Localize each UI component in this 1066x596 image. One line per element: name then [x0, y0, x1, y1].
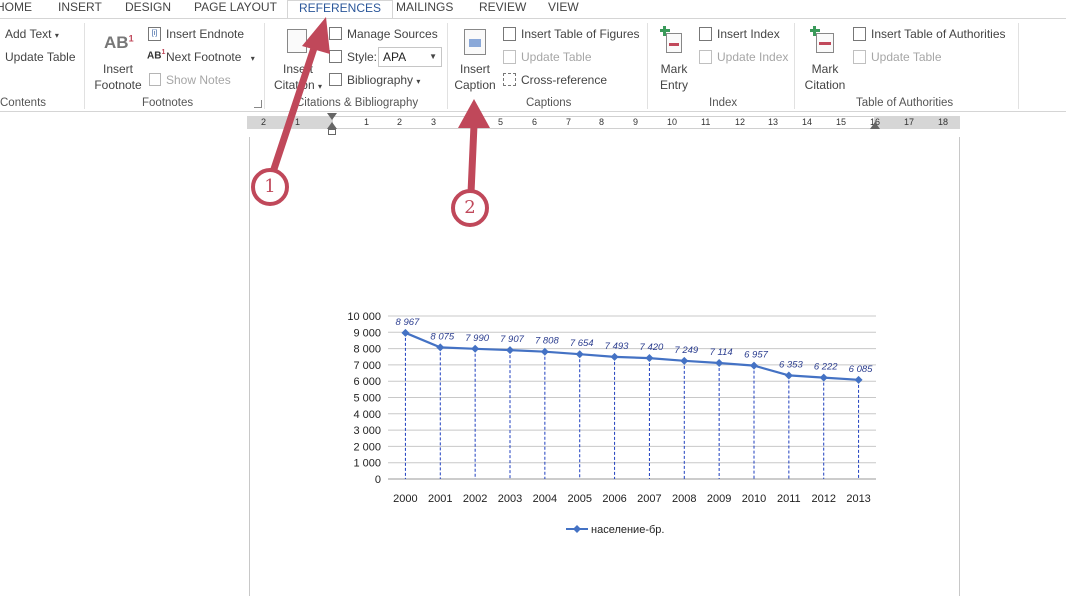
legend-label: население-бр.: [591, 524, 664, 536]
x-tick-label: 2002: [463, 493, 487, 505]
data-point: [436, 343, 445, 352]
annotation-arrowhead-2: [458, 99, 490, 128]
annotation-arrow-1: [269, 38, 320, 176]
data-point: [401, 328, 410, 337]
data-label: 7 420: [640, 342, 664, 353]
data-point: [784, 371, 793, 380]
data-point: [575, 350, 584, 359]
x-tick-label: 2007: [637, 493, 661, 505]
y-tick-label: 6 000: [353, 376, 381, 388]
data-label: 7 249: [674, 345, 698, 356]
data-point: [610, 352, 619, 361]
x-tick-label: 2012: [811, 493, 835, 505]
data-point: [715, 359, 724, 368]
y-tick-label: 5 000: [353, 393, 381, 405]
annotation-arrow-2: [467, 121, 478, 197]
x-tick-label: 2006: [602, 493, 626, 505]
annotation-arrowhead-1: [302, 17, 330, 54]
x-tick-label: 2000: [393, 493, 417, 505]
data-label: 6 222: [814, 362, 838, 373]
x-tick-label: 2005: [567, 493, 591, 505]
data-label: 7 654: [570, 338, 594, 349]
data-label: 6 353: [779, 359, 803, 370]
x-tick-label: 2010: [742, 493, 766, 505]
data-label: 6 957: [744, 350, 768, 361]
data-point: [680, 356, 689, 365]
y-tick-label: 8 000: [353, 344, 381, 356]
data-label: 7 808: [535, 336, 559, 347]
x-tick-label: 2001: [428, 493, 452, 505]
x-tick-label: 2008: [672, 493, 696, 505]
data-point: [750, 361, 758, 370]
data-label: 6 085: [849, 364, 873, 375]
y-tick-label: 2 000: [353, 441, 381, 453]
y-tick-label: 3 000: [353, 425, 381, 437]
data-label: 8 967: [396, 317, 420, 328]
data-label: 8 075: [430, 331, 454, 342]
x-tick-label: 2004: [533, 493, 557, 505]
data-label: 7 114: [710, 347, 733, 358]
y-tick-label: 1 000: [353, 458, 381, 470]
y-tick-label: 10 000: [347, 311, 381, 323]
y-tick-label: 0: [375, 474, 381, 486]
data-label: 7 907: [500, 334, 524, 345]
data-point: [471, 344, 480, 353]
x-tick-label: 2009: [707, 493, 731, 505]
data-label: 7 990: [465, 333, 489, 344]
y-tick-label: 4 000: [353, 409, 381, 421]
population-line-chart[interactable]: 0 1 000 2 000 3 000 4 000 5 000 6 000 7 000 8 00…: [0, 0, 1066, 596]
legend-marker: [573, 525, 581, 533]
data-point: [506, 346, 514, 355]
callout-2: 2: [451, 189, 489, 227]
data-label: 7 493: [605, 341, 629, 352]
data-point: [854, 375, 863, 384]
data-point: [645, 354, 654, 363]
callout-1: 1: [251, 168, 289, 206]
x-tick-label: 2011: [777, 493, 801, 505]
y-tick-label: 7 000: [353, 360, 381, 372]
x-tick-label: 2003: [498, 493, 522, 505]
y-tick-label: 9 000: [353, 327, 381, 339]
x-tick-label: 2013: [846, 493, 870, 505]
data-point: [819, 373, 828, 382]
